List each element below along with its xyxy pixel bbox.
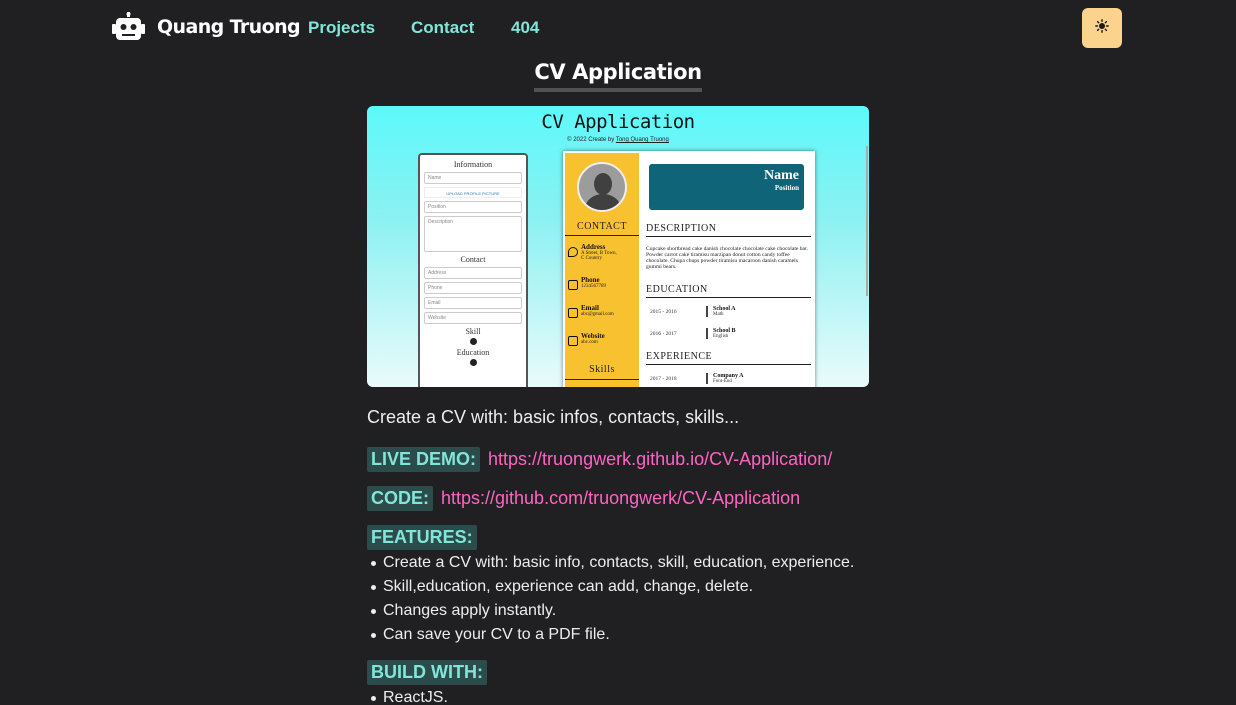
cv-contact-heading: CONTACT <box>577 221 627 232</box>
form-upload-button: UPLOAD PROFILE PICTURE <box>424 187 522 198</box>
cv-address-line2: C Country <box>581 256 602 261</box>
cv-experience-heading: EXPERIENCE <box>646 351 811 365</box>
cv-description-heading: DESCRIPTION <box>646 223 811 237</box>
cv-experience-years: 2017 - 2018 <box>650 376 677 382</box>
title-wrap: CV Application <box>0 60 1236 92</box>
brand-name: Quang Truong <box>157 16 301 38</box>
form-description-field: Description <box>424 216 522 252</box>
live-demo-row: LIVE DEMO: https://truongwerk.github.io/… <box>367 447 832 472</box>
project-screenshot: CV Application © 2022 Create by Tong Qua… <box>367 106 869 387</box>
cv-address: Address A Street, B Town, C Country <box>568 243 617 261</box>
cv-name-box: Name Position <box>649 164 804 210</box>
cv-email-value: abc@gmail.com <box>581 312 614 317</box>
cv-education-row: 2015 - 2016 School A Math <box>650 306 736 317</box>
form-website-field: Website <box>424 312 522 324</box>
cv-experience-row: 2017 - 2018 Company A Font-End <box>650 373 744 384</box>
top-nav: Quang Truong Projects Contact 404 <box>0 0 1236 56</box>
add-education-icon <box>469 359 477 366</box>
cv-skills-heading: Skills <box>589 364 615 375</box>
cv-website-label: Website <box>581 332 605 340</box>
build-list: ReactJS. <box>371 686 448 705</box>
page-title: CV Application <box>534 60 702 92</box>
preview-credit: © 2022 Create by Tong Quang Truong <box>367 137 869 143</box>
cv-education-years: 2016 - 2017 <box>650 331 677 337</box>
preview-credit-name: Tong Quang Truong <box>615 137 669 143</box>
location-pin-icon <box>568 247 578 257</box>
form-education-heading: Education <box>456 348 490 357</box>
code-label: CODE: <box>367 486 433 511</box>
nav-link-404[interactable]: 404 <box>511 18 539 38</box>
cv-name: Name <box>764 168 799 183</box>
cv-address-label: Address <box>581 243 606 251</box>
avatar-icon <box>577 162 627 212</box>
nav-link-contact[interactable]: Contact <box>411 18 474 38</box>
home-icon <box>568 336 578 346</box>
form-contact-heading: Contact <box>460 255 486 264</box>
form-phone-field: Phone <box>424 282 522 294</box>
cv-email-label: Email <box>581 304 599 312</box>
cv-position: Position <box>774 184 799 192</box>
cv-experience-role: Font-End <box>713 379 732 384</box>
form-email-field: Email <box>424 297 522 309</box>
preview-cv: CONTACT Address A Street, B Town, C Countr… <box>563 151 815 387</box>
nav-link-projects[interactable]: Projects <box>308 18 375 38</box>
features-label: FEATURES: <box>367 525 477 550</box>
list-item: Create a CV with: basic info, contacts, … <box>370 551 854 575</box>
code-row: CODE: https://github.com/truongwerk/CV-A… <box>367 486 800 511</box>
list-item: Can save your CV to a PDF file. <box>370 623 854 647</box>
phone-icon <box>568 280 578 290</box>
mail-icon <box>568 308 578 318</box>
cv-website-value: abc.com <box>581 340 598 345</box>
list-item: Changes apply instantly. <box>370 599 854 623</box>
form-info-heading: Information <box>453 160 493 169</box>
preview-title: CV Application <box>541 111 695 133</box>
features-list: Create a CV with: basic info, contacts, … <box>370 551 854 647</box>
form-position-field: Position <box>424 201 522 213</box>
build-row: BUILD WITH: <box>367 660 487 685</box>
code-link[interactable]: https://github.com/truongwerk/CV-Applica… <box>441 488 800 509</box>
cv-education-subject: English <box>713 334 729 339</box>
form-name-field: Name <box>424 172 522 184</box>
cv-phone-label: Phone <box>581 276 600 284</box>
project-description: Create a CV with: basic infos, contacts,… <box>367 407 740 427</box>
add-skill-icon <box>469 338 477 345</box>
cv-website: Website abc.com <box>568 332 605 346</box>
live-demo-label: LIVE DEMO: <box>367 447 481 472</box>
cv-sidebar: CONTACT Address A Street, B Town, C Countr… <box>565 153 639 387</box>
cv-education-row: 2016 - 2017 School B English <box>650 328 736 339</box>
build-label: BUILD WITH: <box>367 660 487 685</box>
preview-credit-prefix: © 2022 Create by <box>567 137 615 143</box>
theme-toggle-button[interactable] <box>1082 8 1122 48</box>
features-row: FEATURES: <box>367 525 477 550</box>
cv-education-years: 2015 - 2016 <box>650 309 677 315</box>
list-item: Skill,education, experience can add, cha… <box>370 575 854 599</box>
cv-education-heading: EDUCATION <box>646 284 811 298</box>
preview-scrollbar <box>866 146 868 296</box>
cv-phone: Phone 1234567789 <box>568 276 606 290</box>
cv-education-subject: Math <box>713 312 724 317</box>
list-item: ReactJS. <box>371 686 448 705</box>
brand-logo-link[interactable]: Quang Truong <box>112 12 301 42</box>
form-address-field: Address <box>424 267 522 279</box>
robot-icon <box>112 12 145 42</box>
form-skill-heading: Skill <box>465 327 481 336</box>
preview-form-panel: Information Name UPLOAD PROFILE PICTURE … <box>418 153 528 387</box>
cv-phone-value: 1234567789 <box>581 284 606 289</box>
cv-description-text: Cupcake shortbread cake danish chocolate… <box>646 246 808 270</box>
live-demo-link[interactable]: https://truongwerk.github.io/CV-Applicat… <box>488 449 832 470</box>
sun-icon <box>1095 18 1109 38</box>
cv-email: Email abc@gmail.com <box>568 304 614 318</box>
